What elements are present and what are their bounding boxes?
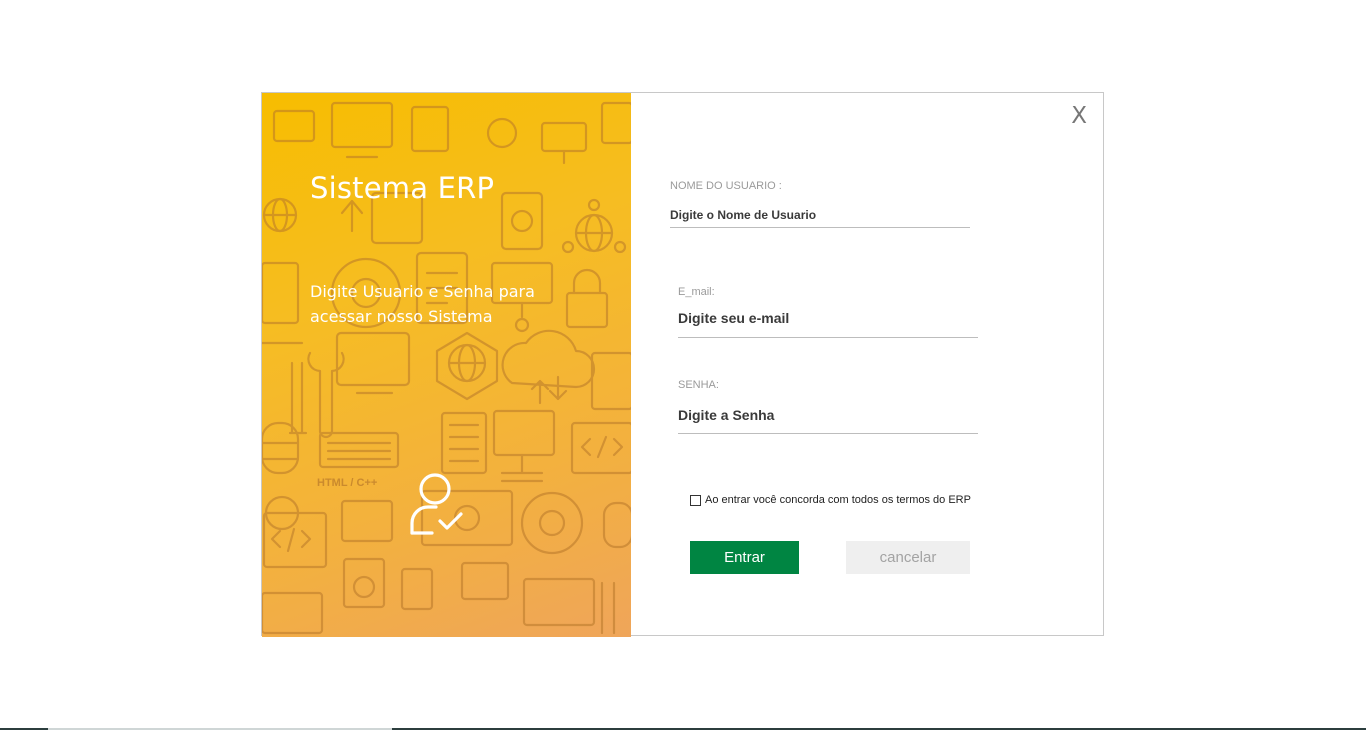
terms-label: Ao entrar você concorda com todos os ter… (705, 494, 971, 506)
enter-button[interactable]: Entrar (690, 541, 799, 574)
username-input[interactable] (670, 203, 970, 228)
close-button[interactable]: X (1071, 103, 1087, 129)
login-page: HTML / C++ Sistema ERP Digite Usuario e … (0, 0, 1366, 730)
branding-panel: HTML / C++ Sistema ERP Digite Usuario e … (262, 93, 631, 637)
username-label: NOME DO USUARIO : (670, 180, 782, 192)
pattern-code-label: HTML / C++ (317, 477, 377, 489)
terms-row: Ao entrar você concorda com todos os ter… (690, 494, 971, 506)
app-title: Sistema ERP (310, 171, 495, 205)
user-check-icon (410, 473, 463, 535)
login-dialog: HTML / C++ Sistema ERP Digite Usuario e … (261, 92, 1104, 637)
terms-checkbox[interactable] (690, 494, 701, 506)
cancel-button[interactable]: cancelar (846, 541, 970, 574)
email-label: E_mail: (678, 286, 715, 298)
app-subtitle: Digite Usuario e Senha para acessar noss… (310, 282, 535, 326)
password-label: SENHA: (678, 379, 719, 391)
email-input[interactable] (678, 299, 978, 338)
password-input[interactable] (678, 397, 978, 434)
